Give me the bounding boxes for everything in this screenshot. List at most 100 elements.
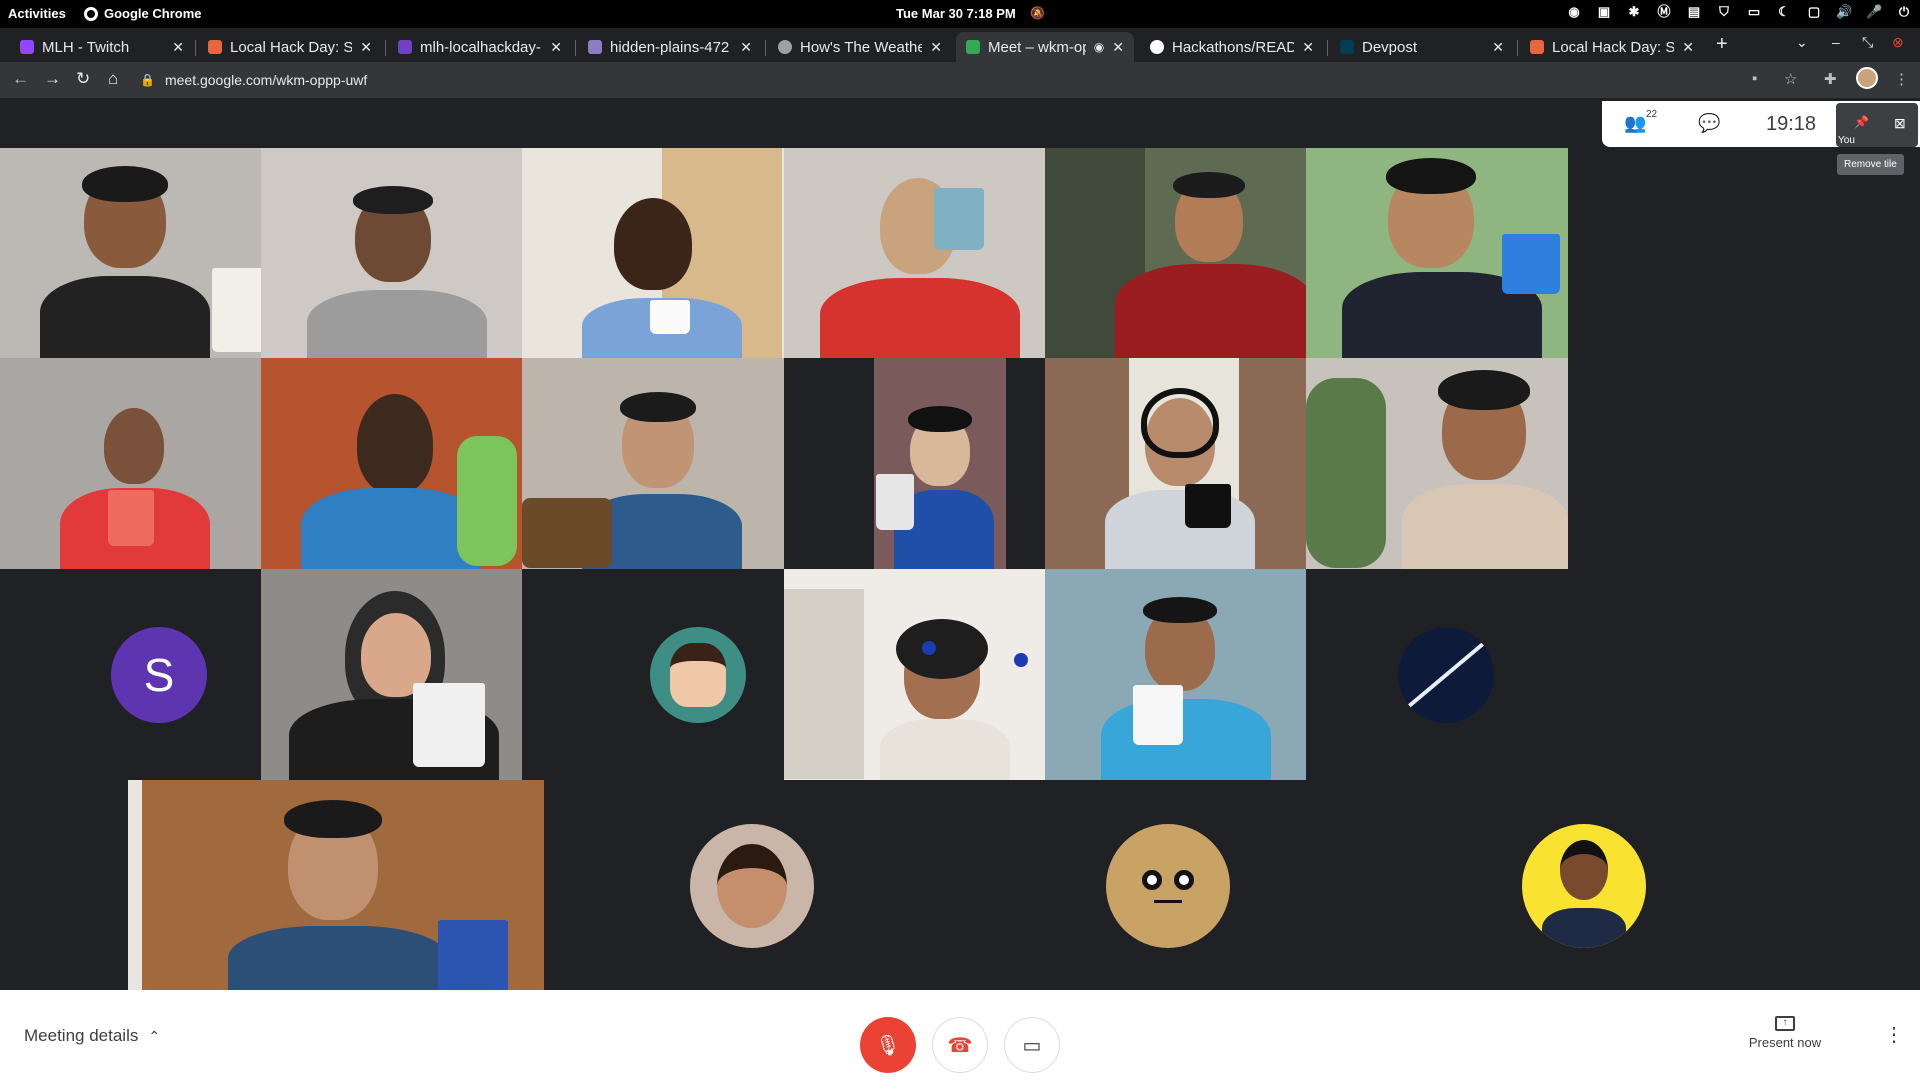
microphone-icon[interactable]: 🎤 [1866, 4, 1882, 20]
tab-local-hack-day[interactable]: Local Hack Day: Sh ✕ [198, 32, 382, 62]
clipboard-icon[interactable]: ▤ [1686, 4, 1702, 20]
app-menu[interactable]: Google Chrome [84, 6, 202, 21]
close-tab-icon[interactable]: ✕ [360, 39, 372, 56]
close-tab-icon[interactable]: ✕ [550, 39, 562, 56]
video-tile[interactable] [0, 148, 261, 358]
leave-call-button[interactable]: ☎ [932, 1017, 988, 1073]
video-tile[interactable] [784, 358, 1045, 569]
avatar-tile[interactable] [960, 780, 1376, 991]
participant-avatar [1522, 824, 1646, 948]
remove-tile-icon[interactable]: ⊠ [1894, 115, 1906, 132]
volume-icon[interactable]: 🔊 [1836, 4, 1852, 20]
video-tile[interactable] [261, 358, 522, 569]
chrome-icon [84, 6, 98, 21]
extensions-icon[interactable]: ✚ [1824, 70, 1837, 88]
repo-icon [398, 40, 412, 54]
profile-avatar[interactable] [1856, 67, 1878, 89]
video-tile[interactable] [784, 569, 1045, 780]
video-tile[interactable] [261, 569, 522, 780]
close-tab-icon[interactable]: ✕ [1682, 39, 1694, 56]
m-icon[interactable]: Ⓜ [1656, 4, 1672, 20]
participant-avatar [650, 627, 746, 723]
tab-devpost[interactable]: Devpost ✕ [1330, 32, 1514, 62]
notifications-muted-icon: 🔕 [1030, 6, 1045, 20]
tab-mlh-localhackday[interactable]: mlh-localhackday- ✕ [388, 32, 572, 62]
discord-icon[interactable]: ◉ [1566, 4, 1582, 20]
chevron-up-icon: ⌃ [148, 1027, 161, 1044]
camera-icon[interactable]: ▪ [1752, 70, 1757, 87]
avatar-tile[interactable]: S [0, 569, 261, 780]
window-icon[interactable]: ▭ [1746, 4, 1762, 20]
camera-button[interactable]: ▭ [1004, 1017, 1060, 1073]
display-icon[interactable]: ▢ [1806, 4, 1822, 20]
avatar-tile[interactable] [1306, 569, 1568, 780]
video-tile[interactable] [1045, 358, 1306, 569]
close-tab-icon[interactable]: ✕ [740, 39, 752, 56]
participant-count: 22 [1646, 109, 1658, 120]
lock-icon[interactable]: 🔒 [140, 73, 155, 87]
url-text: meet.google.com/wkm-oppp-uwf [164, 72, 368, 88]
present-now-button[interactable]: ↑ Present now [1746, 1013, 1824, 1050]
new-tab-button[interactable]: + [1716, 33, 1728, 56]
address-bar[interactable]: 🔒 meet.google.com/wkm-oppp-uwf [140, 65, 1740, 95]
video-tile[interactable] [0, 358, 261, 569]
pin-icon[interactable]: 📌 [1854, 115, 1869, 129]
close-tab-icon[interactable]: ✕ [1112, 39, 1124, 56]
meeting-time: 19:18 [1766, 113, 1817, 135]
video-tile[interactable] [1045, 569, 1306, 780]
mic-off-icon: 🎙 [875, 1034, 901, 1057]
home-icon[interactable]: ⌂ [108, 69, 118, 89]
avatar-tile[interactable] [522, 569, 784, 780]
video-tile[interactable] [128, 780, 544, 991]
github-icon [1150, 40, 1164, 54]
tab-search-icon[interactable]: ⌄ [1796, 34, 1808, 51]
bookmark-star-icon[interactable]: ☆ [1784, 70, 1797, 88]
close-tab-icon[interactable]: ✕ [1302, 39, 1314, 56]
tab-meet[interactable]: Meet – wkm-op ◉ ✕ [956, 32, 1134, 62]
video-tile[interactable] [1045, 148, 1306, 358]
video-tile[interactable] [522, 148, 784, 358]
camera-icon: ▭ [1022, 1034, 1042, 1057]
back-icon[interactable]: ← [12, 69, 29, 89]
more-options-icon[interactable]: ⋮ [1884, 1022, 1904, 1047]
tooltip: Remove tile [1837, 154, 1904, 175]
maximize-button[interactable]: ⤡ [1862, 34, 1873, 51]
shield-icon[interactable]: ⛉ [1716, 4, 1732, 20]
heroku-icon [588, 40, 602, 54]
tab-local-hack-day-2[interactable]: Local Hack Day: Sh ✕ [1520, 32, 1704, 62]
reload-icon[interactable]: ↻ [76, 69, 90, 89]
power-icon[interactable]: ⏻ [1896, 4, 1912, 20]
minimize-button[interactable]: – [1832, 34, 1840, 50]
video-tile[interactable] [784, 148, 1045, 358]
recording-icon: ◉ [1093, 40, 1105, 54]
video-tile[interactable] [1306, 148, 1568, 358]
chat-icon[interactable]: 💬 [1698, 113, 1720, 134]
activities-button[interactable]: Activities [8, 6, 66, 21]
self-view-tile[interactable]: 📌 ⊠ You [1836, 103, 1918, 147]
screen-icon[interactable]: ▣ [1596, 4, 1612, 20]
video-tile[interactable] [522, 358, 784, 569]
participant-avatar: S [111, 627, 207, 723]
slack-icon[interactable]: ✱ [1626, 4, 1642, 20]
close-tab-icon[interactable]: ✕ [930, 39, 942, 56]
close-tab-icon[interactable]: ✕ [1492, 39, 1504, 56]
tab-github-hackathons[interactable]: Hackathons/READI ✕ [1140, 32, 1324, 62]
close-window-button[interactable]: ⊗ [1892, 34, 1904, 51]
close-tab-icon[interactable]: ✕ [172, 39, 184, 56]
tab-hidden-plains[interactable]: hidden-plains-472 ✕ [578, 32, 762, 62]
present-screen-icon: ↑ [1775, 1016, 1795, 1031]
video-tile[interactable] [1306, 358, 1568, 569]
meet-icon [966, 40, 980, 54]
mic-off-button[interactable]: 🎙 [860, 1017, 916, 1073]
tab-twitch[interactable]: MLH - Twitch ✕ [10, 32, 194, 62]
avatar-tile[interactable] [1376, 780, 1792, 991]
menu-icon[interactable]: ⋮ [1894, 70, 1909, 88]
tab-weather[interactable]: How's The Weathe ✕ [768, 32, 952, 62]
video-tile[interactable] [261, 148, 522, 358]
forward-icon[interactable]: → [44, 69, 61, 89]
clock[interactable]: Tue Mar 30 7:18 PM [896, 6, 1016, 21]
people-icon[interactable]: 👥 [1624, 113, 1646, 134]
avatar-tile[interactable] [544, 780, 960, 991]
meeting-details-button[interactable]: Meeting details ⌃ [24, 1026, 160, 1046]
gnome-top-bar: Activities Google Chrome Tue Mar 30 7:18… [0, 0, 1920, 28]
